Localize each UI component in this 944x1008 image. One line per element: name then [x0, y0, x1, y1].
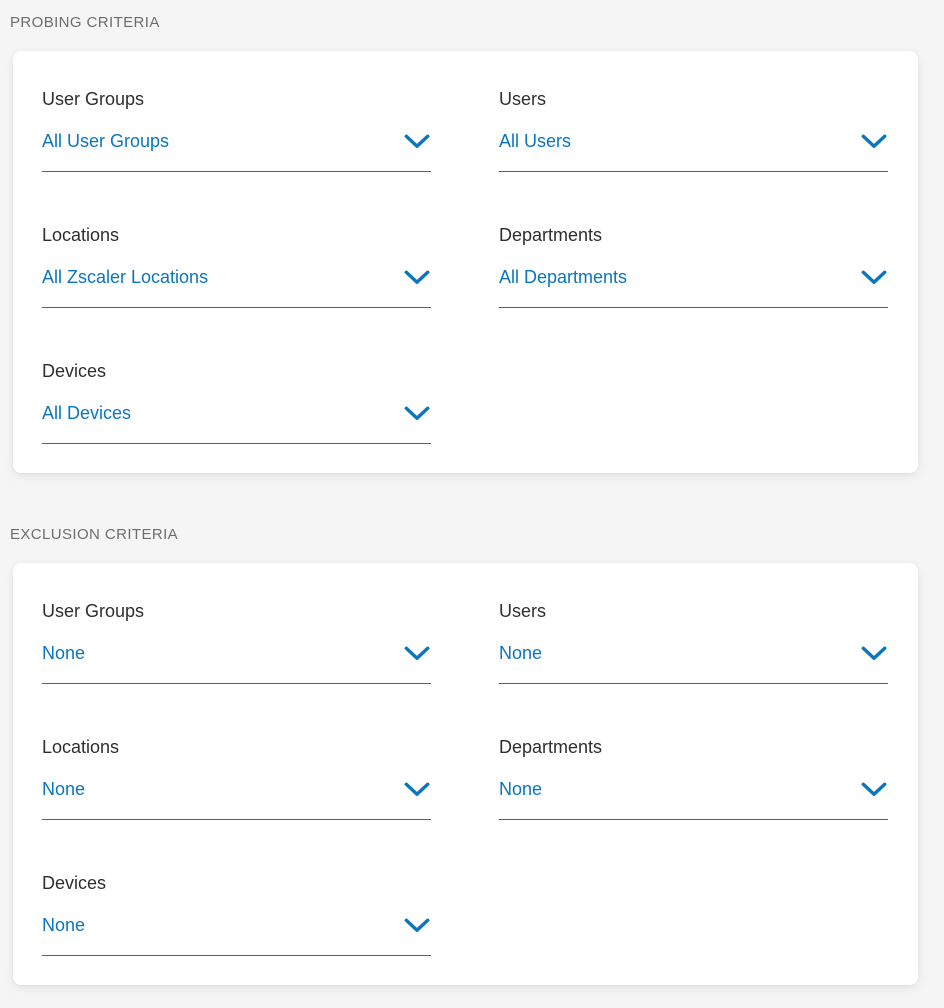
chevron-down-icon [404, 918, 430, 933]
probing-devices-dropdown[interactable]: All Devices [42, 401, 431, 444]
field-probing-locations: Locations All Zscaler Locations [42, 223, 431, 308]
field-exclusion-user-groups: User Groups None [42, 599, 431, 684]
exclusion-locations-dropdown[interactable]: None [42, 777, 431, 820]
dropdown-selected-value: All Zscaler Locations [42, 265, 208, 289]
exclusion-departments-dropdown[interactable]: None [499, 777, 888, 820]
exclusion-fields-grid: User Groups None Users None Locations No… [42, 599, 888, 956]
dropdown-selected-value: All Devices [42, 401, 131, 425]
probing-departments-dropdown[interactable]: All Departments [499, 265, 888, 308]
dropdown-selected-value: All Users [499, 129, 571, 153]
field-probing-users: Users All Users [499, 87, 888, 172]
exclusion-users-dropdown[interactable]: None [499, 641, 888, 684]
section-heading-probing-criteria: PROBING CRITERIA [10, 14, 918, 31]
chevron-down-icon [861, 782, 887, 797]
field-probing-devices: Devices All Devices [42, 359, 431, 444]
chevron-down-icon [404, 134, 430, 149]
chevron-down-icon [404, 406, 430, 421]
dropdown-selected-value: None [42, 913, 85, 937]
field-label: Departments [499, 223, 888, 247]
dropdown-selected-value: None [42, 777, 85, 801]
field-exclusion-departments: Departments None [499, 735, 888, 820]
chevron-down-icon [404, 270, 430, 285]
field-exclusion-devices: Devices None [42, 871, 431, 956]
dropdown-selected-value: None [42, 641, 85, 665]
field-exclusion-users: Users None [499, 599, 888, 684]
field-exclusion-locations: Locations None [42, 735, 431, 820]
exclusion-criteria-card: User Groups None Users None Locations No… [13, 563, 918, 985]
probing-fields-grid: User Groups All User Groups Users All Us… [42, 87, 888, 444]
chevron-down-icon [861, 646, 887, 661]
probing-locations-dropdown[interactable]: All Zscaler Locations [42, 265, 431, 308]
field-label: Departments [499, 735, 888, 759]
chevron-down-icon [404, 646, 430, 661]
field-label: User Groups [42, 599, 431, 623]
probing-users-dropdown[interactable]: All Users [499, 129, 888, 172]
probing-criteria-card: User Groups All User Groups Users All Us… [13, 51, 918, 473]
field-label: Users [499, 87, 888, 111]
exclusion-devices-dropdown[interactable]: None [42, 913, 431, 956]
dropdown-selected-value: All User Groups [42, 129, 169, 153]
chevron-down-icon [861, 270, 887, 285]
field-probing-user-groups: User Groups All User Groups [42, 87, 431, 172]
field-label: Locations [42, 223, 431, 247]
dropdown-selected-value: All Departments [499, 265, 627, 289]
field-label: Devices [42, 359, 431, 383]
probing-user-groups-dropdown[interactable]: All User Groups [42, 129, 431, 172]
exclusion-user-groups-dropdown[interactable]: None [42, 641, 431, 684]
field-probing-departments: Departments All Departments [499, 223, 888, 308]
chevron-down-icon [404, 782, 430, 797]
dropdown-selected-value: None [499, 777, 542, 801]
field-label: User Groups [42, 87, 431, 111]
chevron-down-icon [861, 134, 887, 149]
field-label: Locations [42, 735, 431, 759]
dropdown-selected-value: None [499, 641, 542, 665]
field-label: Devices [42, 871, 431, 895]
field-label: Users [499, 599, 888, 623]
criteria-settings-page: PROBING CRITERIA User Groups All User Gr… [0, 0, 944, 985]
section-heading-exclusion-criteria: EXCLUSION CRITERIA [10, 526, 918, 543]
